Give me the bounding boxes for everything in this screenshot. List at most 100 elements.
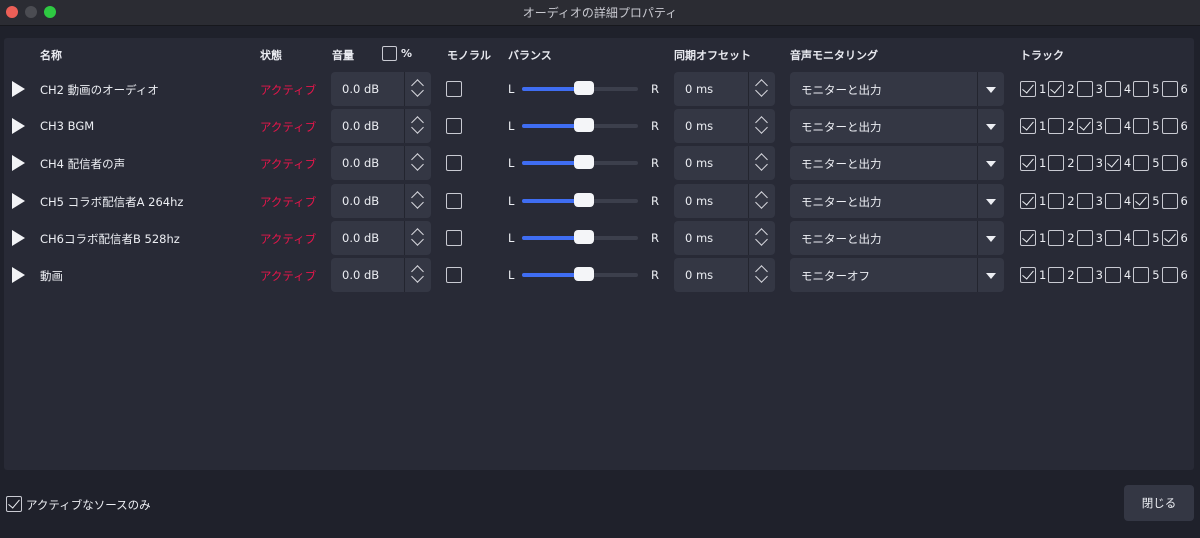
track-checkbox[interactable] [1104, 267, 1121, 283]
track-checkbox[interactable] [1161, 118, 1178, 135]
volume-stepper[interactable] [404, 220, 431, 255]
track-checkbox[interactable] [1020, 155, 1036, 172]
play-icon[interactable] [12, 192, 25, 209]
dropdown-arrow-icon[interactable] [977, 72, 1004, 106]
sync-offset-stepper[interactable] [748, 220, 775, 255]
balance-slider-handle[interactable] [574, 155, 594, 170]
balance-slider-handle[interactable] [574, 192, 594, 207]
balance-slider-handle[interactable] [574, 229, 594, 244]
track-checkbox[interactable] [1076, 267, 1093, 283]
track-checkbox[interactable] [1104, 155, 1121, 172]
monitoring-select[interactable]: モニターと出力 [790, 146, 1004, 181]
track-checkbox[interactable] [1020, 229, 1036, 246]
track-checkbox[interactable] [1048, 118, 1065, 135]
sync-offset-spinbox[interactable]: 0 ms [674, 258, 775, 292]
balance-slider-handle[interactable] [574, 267, 594, 281]
sync-offset-stepper[interactable] [748, 146, 775, 181]
balance-slider[interactable] [522, 267, 638, 281]
track-checkbox[interactable] [1133, 267, 1150, 283]
balance-slider[interactable] [522, 155, 638, 170]
minimize-window-button[interactable] [25, 6, 37, 18]
dropdown-arrow-icon[interactable] [977, 146, 1004, 181]
volume-stepper[interactable] [404, 72, 431, 106]
mono-checkbox[interactable] [446, 81, 462, 97]
balance-slider[interactable] [522, 81, 638, 95]
track-checkbox[interactable] [1104, 118, 1121, 135]
dropdown-arrow-icon[interactable] [977, 183, 1004, 218]
monitoring-select[interactable]: モニターオフ [790, 258, 1004, 292]
play-icon[interactable] [12, 155, 25, 172]
volume-spinbox[interactable]: 0.0 dB [331, 183, 431, 218]
track-checkbox[interactable] [1161, 81, 1178, 97]
track-checkbox[interactable] [1048, 267, 1065, 283]
volume-spinbox[interactable]: 0.0 dB [331, 258, 431, 292]
play-icon[interactable] [12, 229, 25, 246]
zoom-window-button[interactable] [44, 6, 56, 18]
active-only-checkbox[interactable] [6, 496, 22, 512]
balance-slider-handle[interactable] [574, 81, 594, 95]
track-checkbox[interactable] [1104, 192, 1121, 209]
volume-stepper[interactable] [404, 183, 431, 218]
track-checkbox[interactable] [1048, 192, 1065, 209]
track-checkbox[interactable] [1104, 229, 1121, 246]
track-checkbox[interactable] [1161, 229, 1178, 246]
track-checkbox[interactable] [1048, 81, 1065, 97]
sync-offset-stepper[interactable] [748, 258, 775, 292]
monitoring-select[interactable]: モニターと出力 [790, 183, 1004, 218]
mono-checkbox[interactable] [446, 267, 462, 283]
sync-offset-spinbox[interactable]: 0 ms [674, 146, 775, 181]
track-checkbox[interactable] [1020, 192, 1036, 209]
monitoring-select[interactable]: モニターと出力 [790, 220, 1004, 255]
monitoring-select[interactable]: モニターと出力 [790, 109, 1004, 144]
track-checkbox[interactable] [1133, 229, 1150, 246]
track-checkbox[interactable] [1076, 229, 1093, 246]
volume-spinbox[interactable]: 0.0 dB [331, 146, 431, 181]
sync-offset-stepper[interactable] [748, 109, 775, 144]
dropdown-arrow-icon[interactable] [977, 220, 1004, 255]
volume-spinbox[interactable]: 0.0 dB [331, 109, 431, 144]
track-checkbox[interactable] [1133, 118, 1150, 135]
sync-offset-stepper[interactable] [748, 183, 775, 218]
percent-toggle-checkbox[interactable] [382, 46, 397, 61]
balance-slider[interactable] [522, 118, 638, 133]
sync-offset-spinbox[interactable]: 0 ms [674, 109, 775, 144]
dropdown-arrow-icon[interactable] [977, 258, 1004, 292]
track-checkbox[interactable] [1076, 155, 1093, 172]
track-checkbox[interactable] [1133, 81, 1150, 97]
balance-slider[interactable] [522, 192, 638, 207]
track-checkbox[interactable] [1133, 192, 1150, 209]
sync-offset-spinbox[interactable]: 0 ms [674, 220, 775, 255]
sync-offset-spinbox[interactable]: 0 ms [674, 183, 775, 218]
volume-stepper[interactable] [404, 109, 431, 144]
close-window-button[interactable] [6, 6, 18, 18]
dropdown-arrow-icon[interactable] [977, 109, 1004, 144]
track-checkbox[interactable] [1020, 81, 1036, 97]
track-checkbox[interactable] [1161, 267, 1178, 283]
track-checkbox[interactable] [1104, 81, 1121, 97]
sync-offset-spinbox[interactable]: 0 ms [674, 72, 775, 106]
track-checkbox[interactable] [1020, 118, 1036, 135]
track-checkbox[interactable] [1076, 118, 1093, 135]
play-icon[interactable] [12, 267, 25, 283]
track-checkbox[interactable] [1076, 81, 1093, 97]
volume-spinbox[interactable]: 0.0 dB [331, 72, 431, 106]
track-checkbox[interactable] [1133, 155, 1150, 172]
mono-checkbox[interactable] [446, 229, 462, 246]
balance-slider[interactable] [522, 229, 638, 244]
track-checkbox[interactable] [1048, 229, 1065, 246]
volume-stepper[interactable] [404, 146, 431, 181]
play-icon[interactable] [12, 118, 25, 135]
close-button[interactable]: 閉じる [1124, 485, 1194, 521]
mono-checkbox[interactable] [446, 118, 462, 135]
mono-checkbox[interactable] [446, 155, 462, 172]
track-checkbox[interactable] [1076, 192, 1093, 209]
sync-offset-stepper[interactable] [748, 72, 775, 106]
volume-stepper[interactable] [404, 258, 431, 292]
play-icon[interactable] [12, 81, 25, 97]
track-checkbox[interactable] [1020, 267, 1036, 283]
mono-checkbox[interactable] [446, 192, 462, 209]
volume-spinbox[interactable]: 0.0 dB [331, 220, 431, 255]
track-checkbox[interactable] [1161, 155, 1178, 172]
track-checkbox[interactable] [1161, 192, 1178, 209]
balance-slider-handle[interactable] [574, 118, 594, 133]
